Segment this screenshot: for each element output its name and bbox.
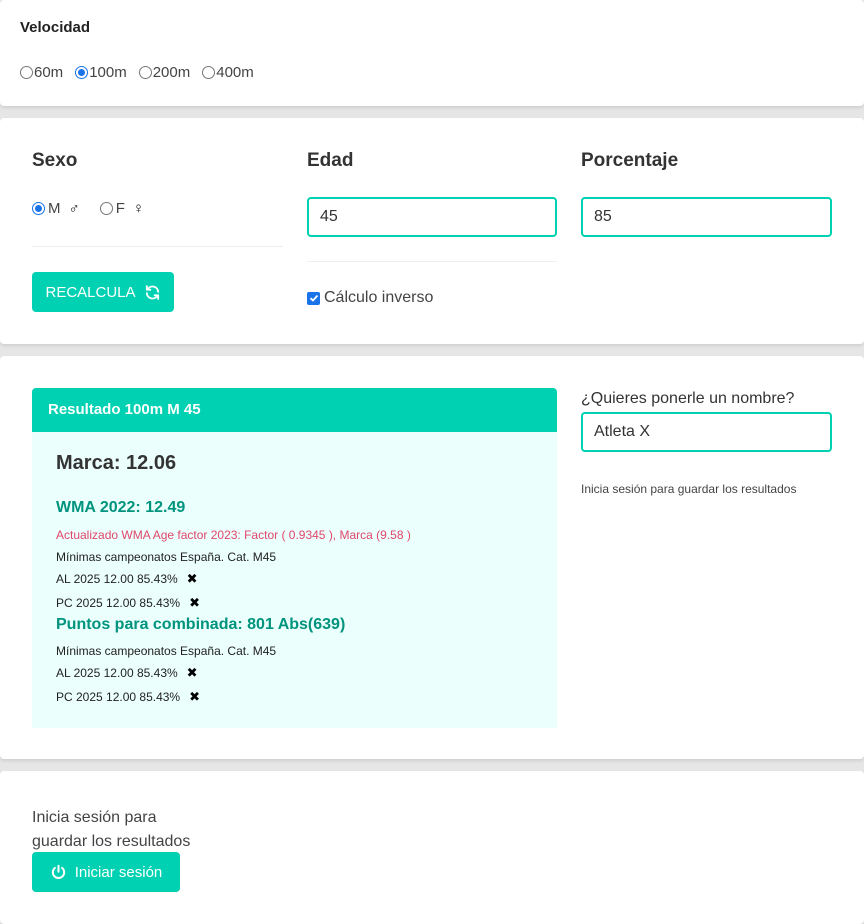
edad-title: Edad bbox=[307, 150, 354, 171]
nombre-label: ¿Quieres ponerle un nombre? bbox=[581, 390, 795, 407]
sexo-options: M ♂ F ♀ bbox=[32, 200, 158, 217]
edad-input[interactable]: 45 bbox=[307, 197, 557, 237]
velocidad-card bbox=[0, 0, 864, 106]
velocidad-option-200m[interactable]: 200m bbox=[138, 64, 190, 81]
wma-update-note: Actualizado WMA Age factor 2023: Factor … bbox=[56, 528, 411, 542]
radio-200m[interactable] bbox=[138, 66, 152, 79]
wma-value: WMA 2022: 12.49 bbox=[56, 499, 186, 516]
power-icon bbox=[50, 864, 67, 881]
minima-row: PC 2025 12.00 85.43% ✖ bbox=[56, 689, 201, 704]
male-symbol-icon: ♂ bbox=[68, 200, 80, 217]
calculo-inverso-label: Cálculo inverso bbox=[324, 289, 434, 306]
cross-icon: ✖ bbox=[186, 665, 198, 680]
puntos-combinada: Puntos para combinada: 801 Abs(639) bbox=[56, 616, 346, 633]
sexo-option-f[interactable]: F ♀ bbox=[99, 200, 145, 217]
radio-100m[interactable] bbox=[75, 66, 89, 79]
radio-400m[interactable] bbox=[202, 66, 216, 79]
minimas-heading-2: Mínimas campeonatos España. Cat. M45 bbox=[56, 644, 277, 658]
cross-icon: ✖ bbox=[189, 689, 201, 704]
velocidad-title: Velocidad bbox=[20, 19, 91, 36]
minimas-heading-1: Mínimas campeonatos España. Cat. M45 bbox=[56, 550, 277, 564]
velocidad-option-400m[interactable]: 400m bbox=[202, 64, 254, 81]
calculo-inverso-row[interactable]: Cálculo inverso bbox=[307, 289, 433, 307]
radio-f[interactable] bbox=[99, 202, 113, 215]
login-prompt: Inicia sesión para guardar los resultado… bbox=[32, 809, 191, 850]
iniciar-sesion-button[interactable]: Iniciar sesión bbox=[32, 852, 180, 892]
marca-value: Marca: 12.06 bbox=[56, 452, 177, 474]
cross-icon: ✖ bbox=[186, 571, 198, 586]
female-symbol-icon: ♀ bbox=[132, 200, 145, 217]
radio-60m[interactable] bbox=[20, 66, 33, 79]
velocidad-options: 60m 100m 200m 400m bbox=[20, 64, 266, 81]
cross-icon: ✖ bbox=[189, 595, 201, 610]
recalcula-button[interactable]: RECALCULA bbox=[32, 272, 174, 312]
nombre-input[interactable]: Atleta X bbox=[581, 412, 832, 452]
resultado-header: Resultado 100m M 45 bbox=[32, 388, 557, 432]
velocidad-option-60m[interactable]: 60m bbox=[20, 64, 63, 81]
refresh-icon bbox=[144, 284, 161, 301]
sexo-title: Sexo bbox=[32, 150, 78, 171]
nombre-hint: Inicia sesión para guardar los resultado… bbox=[581, 482, 797, 496]
edad-divider bbox=[307, 261, 557, 262]
minima-row: PC 2025 12.00 85.43% ✖ bbox=[56, 595, 201, 610]
porcentaje-input[interactable]: 85 bbox=[581, 197, 832, 237]
sexo-divider bbox=[32, 246, 283, 247]
minima-row: AL 2025 12.00 85.43% ✖ bbox=[56, 571, 198, 586]
sexo-option-m[interactable]: M ♂ bbox=[32, 200, 80, 217]
calculo-inverso-checkbox[interactable] bbox=[307, 291, 320, 305]
velocidad-option-100m[interactable]: 100m bbox=[75, 64, 127, 81]
minima-row: AL 2025 12.00 85.43% ✖ bbox=[56, 665, 198, 680]
porcentaje-title: Porcentaje bbox=[581, 150, 679, 171]
radio-m[interactable] bbox=[32, 202, 45, 215]
